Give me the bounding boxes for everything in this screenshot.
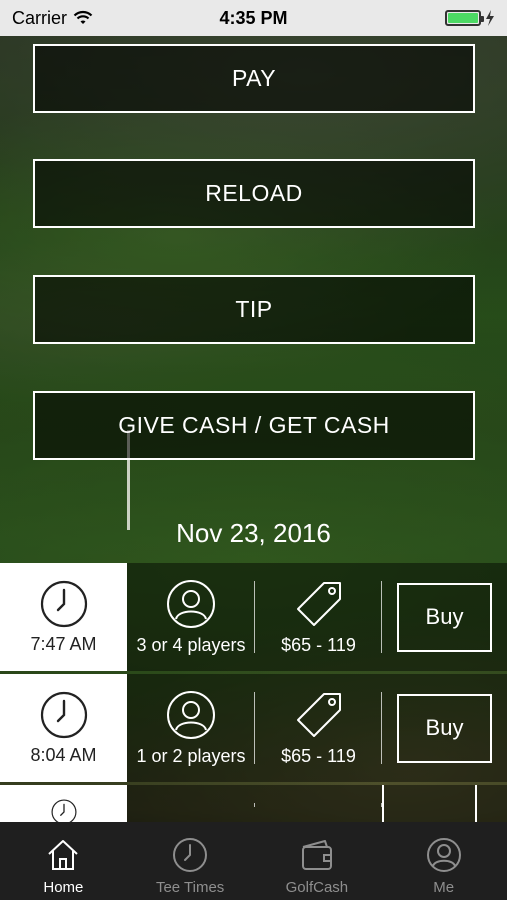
wifi-icon [73, 10, 93, 24]
home-icon [48, 840, 79, 870]
buy-button[interactable]: Buy [397, 582, 492, 652]
tab-me[interactable]: Me [380, 822, 507, 900]
tab-golfcash[interactable]: GolfCash [254, 822, 381, 900]
tab-tee-times-label: Tee Times [155, 879, 225, 896]
tee-time-cell: 8:04 AM [0, 674, 127, 782]
clock-icon [40, 580, 87, 627]
wallet-icon [301, 840, 332, 870]
user-icon [167, 690, 215, 739]
battery-icon [445, 10, 484, 26]
tee-date-label: Nov 23, 2016 [176, 518, 331, 548]
tab-tee-times[interactable]: Tee Times [127, 822, 254, 900]
players-cell: 1 or 2 players [127, 674, 255, 782]
clock-icon [173, 838, 208, 872]
tee-time-label: 7:47 AM [30, 633, 97, 654]
tee-time-label: 8:04 AM [30, 744, 97, 765]
buy-button[interactable] [382, 785, 477, 825]
clock-icon [40, 691, 87, 738]
tab-home[interactable]: Home [0, 822, 127, 900]
buy-cell [382, 785, 507, 825]
charging-icon [486, 10, 494, 26]
tee-time-row: 8:04 AM 1 or 2 players $65 - 119 Buy [0, 674, 507, 782]
reload-button[interactable]: RELOAD [33, 159, 475, 228]
price-tag-icon [296, 581, 341, 626]
status-right [445, 10, 495, 26]
give-get-cash-button[interactable]: GIVE CASH / GET CASH [33, 391, 475, 460]
price-label: $65 - 119 [281, 745, 356, 766]
pay-button[interactable]: PAY [33, 44, 475, 113]
players-label: 3 or 4 players [136, 634, 246, 655]
tee-time-row [0, 785, 507, 825]
carrier-label: Carrier [12, 7, 68, 28]
buy-cell: Buy [382, 563, 507, 671]
buy-button[interactable]: Buy [397, 693, 492, 763]
status-left: Carrier [12, 8, 93, 29]
players-cell: 3 or 4 players [127, 563, 255, 671]
tab-home-label: Home [43, 879, 84, 896]
players-label: 1 or 2 players [136, 745, 246, 766]
status-bar: Carrier 4:35 PM [0, 0, 507, 36]
price-tag-icon [296, 692, 341, 737]
tee-time-row: 7:47 AM 3 or 4 players $65 - 119 Buy [0, 563, 507, 671]
price-cell [255, 785, 382, 825]
tab-me-label: Me [433, 879, 455, 896]
price-cell: $65 - 119 [255, 563, 382, 671]
tee-time-cell: 7:47 AM [0, 563, 127, 671]
user-icon [426, 838, 461, 872]
price-cell: $65 - 119 [255, 674, 382, 782]
players-cell [127, 785, 255, 825]
user-icon [167, 579, 215, 628]
tee-time-cell [0, 785, 127, 825]
price-label: $65 - 119 [281, 634, 356, 655]
tab-bar: Home Tee Times GolfCash Me [0, 822, 507, 900]
buy-cell: Buy [382, 674, 507, 782]
tip-button[interactable]: TIP [33, 275, 475, 344]
tab-golfcash-label: GolfCash [285, 879, 349, 896]
status-time: 4:35 PM [219, 7, 288, 28]
